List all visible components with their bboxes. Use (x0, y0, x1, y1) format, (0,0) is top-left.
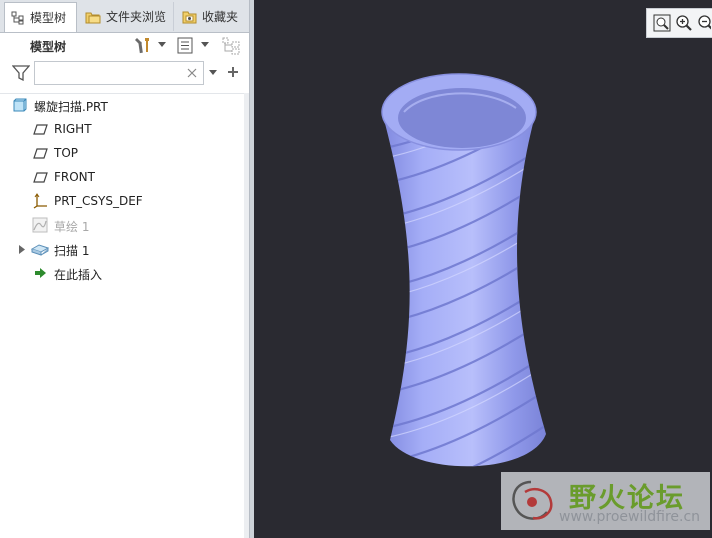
part-icon (13, 98, 27, 112)
add-icon[interactable] (227, 66, 239, 78)
tree-item-root-part[interactable]: 螺旋扫描.PRT (0, 94, 246, 116)
datum-plane-icon (33, 148, 48, 159)
tree-columns-icon[interactable] (221, 36, 243, 55)
tree-item-label: 在此插入 (54, 268, 103, 282)
model-tree-icon (11, 11, 24, 24)
tab-favorites[interactable]: 收藏夹 (176, 2, 250, 31)
refit-icon[interactable] (653, 14, 671, 32)
tree-settings-icon[interactable] (134, 36, 152, 54)
navigator-tab-bar: 模型树 文件夹浏览 收藏夹 (0, 0, 250, 33)
show-options-icon[interactable] (177, 37, 193, 54)
model-tree: 螺旋扫描.PRT RIGHT TOP FRONT PRT_CSYS_DEF 草绘… (0, 93, 250, 282)
tree-item-right[interactable]: RIGHT (0, 118, 246, 140)
tree-item-front[interactable]: FRONT (0, 166, 246, 188)
tree-item-label: FRONT (54, 170, 95, 184)
favorites-icon (182, 11, 197, 23)
sketch-icon (32, 217, 48, 233)
helical-sweep-model (381, 73, 546, 467)
zoom-out-icon[interactable] (697, 14, 711, 32)
tree-item-csys[interactable]: PRT_CSYS_DEF (0, 190, 246, 212)
tree-item-label: PRT_CSYS_DEF (54, 194, 143, 208)
datum-plane-icon (33, 172, 48, 183)
tree-item-label: 螺旋扫描.PRT (34, 100, 108, 114)
chevron-down-icon[interactable] (158, 42, 166, 48)
tab-model-tree-label: 模型树 (30, 11, 67, 25)
folder-browser-icon (85, 12, 101, 23)
zoom-in-icon[interactable] (675, 14, 693, 32)
clear-search-icon[interactable] (187, 68, 197, 78)
coordinate-system-icon (33, 193, 47, 209)
chevron-down-icon[interactable] (209, 70, 217, 76)
tab-folder-browser-label: 文件夹浏览 (106, 10, 167, 24)
search-field[interactable] (34, 61, 204, 85)
watermark: 野火论坛 www.proewildfire.cn (501, 472, 710, 530)
view-toolbar (646, 8, 712, 38)
model-tree-title: 模型树 (30, 40, 67, 54)
tree-item-sketch[interactable]: 草绘 1 (0, 214, 246, 236)
datum-plane-icon (33, 124, 48, 135)
sweep-icon (31, 244, 49, 256)
watermark-url: www.proewildfire.cn (559, 509, 701, 525)
tree-item-sweep[interactable]: 扫描 1 (0, 238, 246, 260)
tree-item-top[interactable]: TOP (0, 142, 246, 164)
insert-arrow-icon (35, 268, 46, 278)
tree-item-label: TOP (54, 146, 79, 160)
tab-model-tree[interactable]: 模型树 (4, 2, 77, 32)
chevron-down-icon[interactable] (201, 42, 209, 48)
tab-favorites-label: 收藏夹 (202, 10, 239, 24)
graphics-viewport[interactable] (254, 0, 712, 538)
model-tree-toolbar: 模型树 (0, 33, 250, 59)
tab-folder-browser[interactable]: 文件夹浏览 (79, 2, 174, 31)
expand-arrow-icon[interactable] (19, 245, 26, 254)
tree-item-insert-here[interactable]: 在此插入 (0, 262, 246, 284)
tree-item-label: 草绘 1 (54, 220, 90, 234)
model-tree-panel: 模型树 文件夹浏览 收藏夹 模型树 螺旋扫描.PRT RIGHT TOP FRO… (0, 0, 250, 538)
tree-item-label: RIGHT (54, 122, 92, 136)
filter-icon[interactable] (12, 64, 30, 81)
filter-row (0, 60, 250, 88)
watermark-logo (512, 480, 553, 520)
tree-item-label: 扫描 1 (54, 244, 90, 258)
search-input[interactable] (38, 63, 190, 85)
